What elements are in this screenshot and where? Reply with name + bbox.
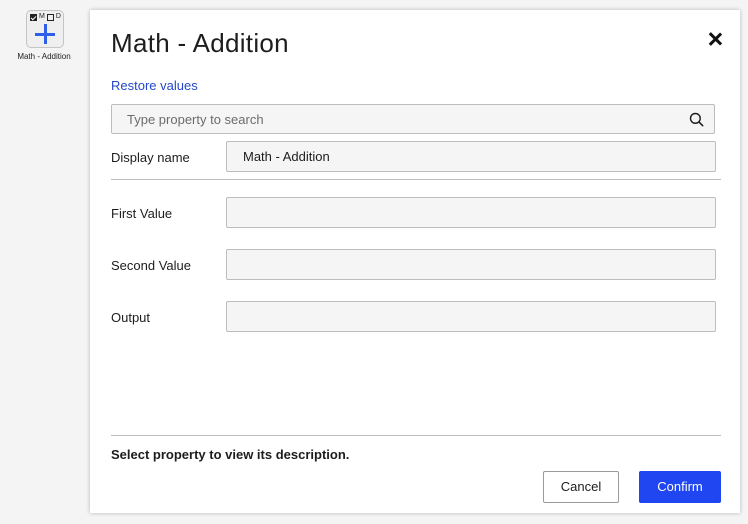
display-name-field[interactable]: Math - Addition: [226, 141, 716, 172]
cancel-button[interactable]: Cancel: [543, 471, 619, 503]
workflow-canvas[interactable]: M D Math - Addition Math - Addition Rest…: [0, 0, 748, 524]
dialog-title: Math - Addition: [111, 28, 289, 58]
restore-values-link[interactable]: Restore values: [111, 78, 198, 93]
search-icon[interactable]: [689, 112, 704, 127]
search-input[interactable]: [112, 105, 697, 133]
output-field[interactable]: [226, 301, 716, 332]
node-label: Math - Addition: [17, 52, 71, 61]
math-addition-node[interactable]: M D Math - Addition: [8, 10, 82, 61]
property-description: Select property to view its description.: [111, 447, 350, 462]
output-label: Output: [111, 310, 151, 325]
first-value-field[interactable]: [226, 197, 716, 228]
close-icon[interactable]: [708, 32, 722, 46]
second-value-label: Second Value: [111, 258, 191, 273]
properties-dialog: Math - Addition Restore values Display n…: [90, 10, 740, 513]
flag-d-label: D: [55, 13, 61, 20]
display-name-label: Display name: [111, 150, 190, 165]
node-flags: M D: [30, 13, 61, 21]
header-divider: [111, 179, 721, 180]
plus-icon: [35, 24, 55, 44]
property-search: [111, 104, 715, 134]
second-value-field[interactable]: [226, 249, 716, 280]
flag-m-checkbox[interactable]: [30, 13, 37, 21]
flag-m-label: M: [39, 13, 45, 20]
description-divider: [111, 435, 721, 436]
first-value-label: First Value: [111, 206, 173, 221]
node-tile[interactable]: M D: [26, 10, 64, 48]
flag-d-checkbox[interactable]: [46, 13, 54, 21]
confirm-button[interactable]: Confirm: [639, 471, 721, 503]
